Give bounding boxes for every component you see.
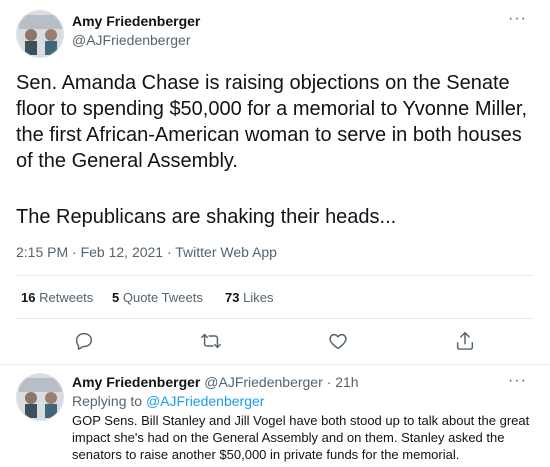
- retweets-count: 16: [21, 290, 36, 305]
- tweet-text-continued: The Republicans are shaking their heads.…: [16, 206, 397, 228]
- reply-button[interactable]: [73, 330, 95, 352]
- reply-author-name[interactable]: Amy Friedenberger: [72, 374, 200, 390]
- avatar-image: [17, 374, 63, 420]
- tweet-text: Sen. Amanda Chase is raising objections …: [16, 72, 528, 172]
- reply-header: Amy Friedenberger @AJFriedenberger · 21h: [72, 374, 359, 390]
- divider: [16, 318, 534, 319]
- likes-count: 73: [225, 290, 240, 305]
- divider: [0, 364, 550, 365]
- more-icon[interactable]: ···: [508, 372, 527, 390]
- share-button[interactable]: [454, 330, 476, 352]
- quote-tweets-stat[interactable]: 5 Quote Tweets: [112, 290, 203, 305]
- tweet-timestamp[interactable]: 2:15 PM · Feb 12, 2021 · Twitter Web App: [16, 244, 277, 260]
- like-button[interactable]: [327, 330, 349, 352]
- author-handle[interactable]: @AJFriedenberger: [72, 32, 191, 48]
- author-name[interactable]: Amy Friedenberger: [72, 13, 200, 29]
- avatar-image: [17, 11, 63, 57]
- more-icon[interactable]: ···: [508, 10, 527, 28]
- reply-age[interactable]: · 21h: [327, 374, 359, 390]
- retweets-stat[interactable]: 16 Retweets: [21, 290, 93, 305]
- reply-author-handle[interactable]: @AJFriedenberger: [204, 374, 323, 390]
- author-avatar[interactable]: [16, 10, 64, 58]
- share-icon: [456, 332, 474, 350]
- quote-tweets-label: Quote Tweets: [122, 290, 203, 305]
- divider: [16, 275, 534, 276]
- reply-author-avatar[interactable]: [16, 373, 64, 421]
- quote-tweets-count: 5: [112, 290, 120, 305]
- replying-to: Replying to @AJFriedenberger: [72, 393, 264, 409]
- heart-icon: [329, 333, 347, 350]
- retweets-label: Retweets: [39, 290, 94, 305]
- replying-to-link[interactable]: @AJFriedenberger: [146, 393, 265, 409]
- likes-stat[interactable]: 73 Likes: [225, 290, 273, 305]
- retweet-icon: [201, 333, 221, 349]
- reply-icon: [75, 332, 93, 350]
- reply-text: GOP Sens. Bill Stanley and Jill Vogel ha…: [72, 413, 530, 462]
- replying-to-prefix: Replying to: [72, 393, 143, 409]
- likes-label: Likes: [243, 290, 274, 305]
- retweet-button[interactable]: [200, 330, 222, 352]
